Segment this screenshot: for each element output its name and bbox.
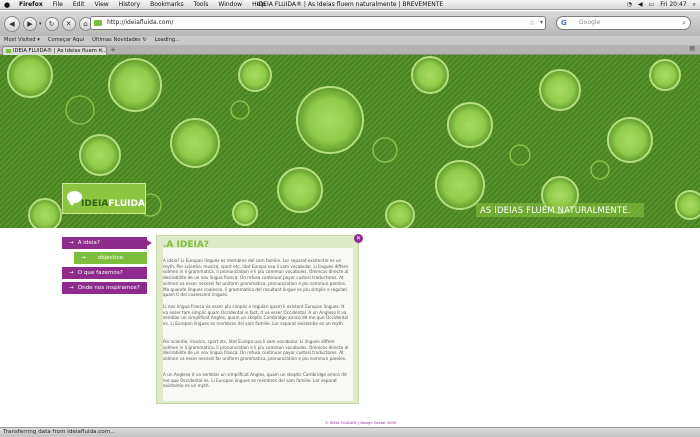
menu-edit[interactable]: Edit <box>68 0 90 9</box>
search-icon[interactable]: ⌕ <box>682 17 686 29</box>
nav-item-o-que-fazemos[interactable]: → O que fazemos? <box>62 267 147 279</box>
tab-bar: IDEIA FLUIDA® | As Ideias fluem n... ✕ +… <box>0 45 700 55</box>
site-favicon-icon <box>94 20 102 26</box>
arrow-right-icon: → <box>69 285 74 291</box>
bookmark-star-icon[interactable]: ☆ <box>529 17 535 29</box>
page-footer: © IDEIA FLUIDA® | Design Gestat 2009 <box>325 421 397 425</box>
history-dropdown-icon[interactable]: ▾ <box>39 21 42 27</box>
url-bar[interactable]: http://ideiafluida.com/ ☆ ▾ <box>90 16 546 30</box>
dropdown-arrow-icon[interactable]: ▾ <box>540 17 543 29</box>
menu-history[interactable]: History <box>114 0 145 9</box>
content-paragraph-4: A un Angleso it va semblar un simplifica… <box>163 372 347 389</box>
google-icon[interactable]: G <box>561 17 567 29</box>
forward-button[interactable]: ▶ <box>23 16 37 31</box>
menu-file[interactable]: File <box>48 0 68 9</box>
url-text[interactable]: http://ideiafluida.com/ <box>107 19 173 26</box>
nav-subitem-objectivo[interactable]: → objectivo <box>74 252 147 264</box>
apple-menu-icon[interactable]: ● <box>0 0 14 9</box>
content-paragraph-1: A ideia? Li Europan lingues es membres d… <box>163 258 349 298</box>
reload-button[interactable]: ↻ <box>44 16 59 31</box>
bookmark-ultimas-novidades[interactable]: Últimas Novidades ↻ <box>92 36 147 45</box>
menu-firefox[interactable]: Firefox <box>14 0 48 9</box>
speech-bubble-icon <box>67 191 82 206</box>
nav-item-onde-nos-inspiramos[interactable]: → Onde nos inspiramos? <box>62 282 147 294</box>
battery-icon[interactable]: ▭ <box>649 0 655 10</box>
hero-banner: IDEIAFLUIDA AS IDEIAS FLUEM NATURALMENTE… <box>0 55 700 228</box>
arrow-right-icon: → <box>69 240 74 246</box>
status-menus: ◔ ◀ ▭ Fri 20:47 ⌕ <box>627 0 696 10</box>
clock[interactable]: Fri 20:47 <box>660 0 686 10</box>
menu-window[interactable]: Window <box>213 0 247 9</box>
new-tab-button[interactable]: + <box>108 46 118 54</box>
content-paragraph-3: Por scientie, musica, sport etc, litot E… <box>163 339 349 362</box>
tab-ideia-fluida[interactable]: IDEIA FLUIDA® | As Ideias fluem n... ✕ <box>2 46 107 55</box>
side-navigation: → A ideia? → objectivo → O que fazemos? → On… <box>62 237 152 297</box>
wifi-icon[interactable]: ◔ <box>627 0 632 10</box>
bookmarks-bar: Most Visited ▾ Começar Aqui Últimas Novi… <box>0 36 700 45</box>
list-all-tabs-icon[interactable]: ▤ <box>689 45 695 52</box>
window-title: IDEIA FLUIDA® | As Ideias fluem naturalm… <box>256 1 444 8</box>
ideia-fluida-logo[interactable]: IDEIAFLUIDA <box>62 183 146 214</box>
tab-favicon-icon <box>6 49 11 53</box>
bookmark-comecar-aqui[interactable]: Começar Aqui <box>48 36 84 45</box>
search-input[interactable]: G Google ⌕ <box>556 16 691 30</box>
arrow-right-icon: → <box>69 270 74 276</box>
spotlight-icon[interactable]: ⌕ <box>693 0 696 10</box>
close-panel-button[interactable]: ✕ <box>354 234 363 243</box>
nav-item-a-ideia[interactable]: → A ideia? <box>62 237 152 249</box>
menu-bar: ● Firefox File Edit View History Bookmar… <box>0 0 700 10</box>
status-bar: Transferring data from ideiafluida.com..… <box>0 427 700 437</box>
arrow-right-icon: → <box>81 255 86 261</box>
menu-tools[interactable]: Tools <box>189 0 214 9</box>
stop-button[interactable]: ✕ <box>61 16 76 31</box>
tab-close-icon[interactable]: ✕ <box>98 47 103 55</box>
menu-bookmarks[interactable]: Bookmarks <box>145 0 189 9</box>
hero-tagline: AS IDEIAS FLUEM NATURALMENTE. <box>476 203 644 217</box>
tab-title: IDEIA FLUIDA® | As Ideias fluem n... <box>13 48 107 54</box>
volume-icon[interactable]: ◀ <box>638 0 643 10</box>
content-paragraph-2: Li nov lingua franca va esser plu simpli… <box>163 304 349 327</box>
logo-text: IDEIAFLUIDA <box>81 199 145 209</box>
search-placeholder: Google <box>579 19 601 26</box>
back-button[interactable]: ◀ <box>4 15 20 32</box>
bookmark-most-visited[interactable]: Most Visited ▾ <box>4 36 40 45</box>
browser-toolbar: ◀ ▶ ▾ ↻ ✕ ⌂ http://ideiafluida.com/ ☆ ▾ … <box>0 11 700 36</box>
bookmark-loading[interactable]: Loading... <box>155 36 180 45</box>
content-title: .A IDEIA? <box>163 240 210 250</box>
menu-view[interactable]: View <box>89 0 113 9</box>
